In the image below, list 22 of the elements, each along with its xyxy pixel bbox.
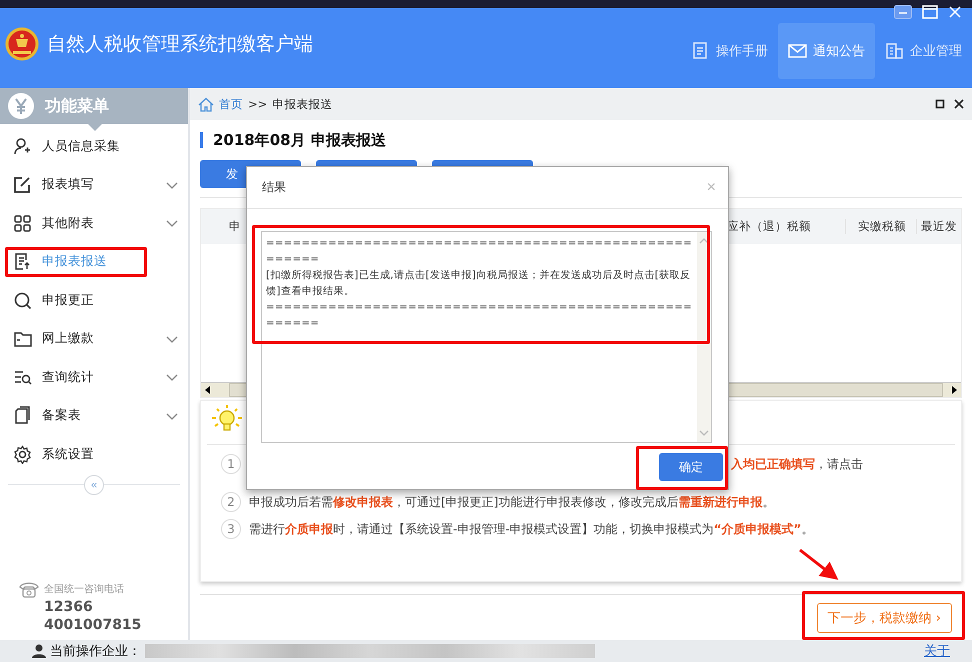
breadcrumb-separator: >> — [248, 97, 268, 111]
result-message: ====================================================== — [266, 237, 693, 267]
step-number: 2 — [221, 492, 241, 512]
column-header: 实缴税额 — [845, 219, 916, 234]
tip-text: 需进行介质申报时，请通过【系统设置-申报管理-申报模式设置】功能，切换申报模式为“介质申报模式”。 — [249, 520, 814, 538]
tip-text: 入均已正确填写，请点击 — [731, 456, 863, 472]
column-header: 申 — [229, 219, 241, 234]
result-message: [扣缴所得税报告表]已生成,请点击[发送申报]向税局报送；并在发送成功后及时点击[获取反馈]查看申报结果。 — [266, 268, 692, 299]
dialog-title: 结果 — [262, 179, 286, 196]
phone-number: 4001007815 — [43, 616, 142, 634]
company-label: 当前操作企业： — [50, 643, 141, 660]
hotline-label: 全国统一咨询电话 — [44, 582, 124, 596]
step-number: 3 — [221, 519, 241, 539]
breadcrumb-current: 申报表报送 — [272, 96, 332, 112]
tip-text: 申报成功后若需修改申报表，可通过[申报更正]功能进行申报表修改，修改完成后需重新进行申报。 — [249, 494, 774, 510]
column-header: 最近发 — [916, 219, 961, 234]
step-number: 1 — [221, 454, 241, 474]
page-title: 2018年08月 申报表报送 — [200, 132, 962, 148]
menu-title: 功能菜单 — [45, 96, 109, 116]
app-title: 自然人税收管理系统扣缴客户端 — [47, 32, 313, 57]
result-message: ====================================================== — [266, 301, 693, 331]
phone-number: 12366 — [43, 598, 94, 616]
